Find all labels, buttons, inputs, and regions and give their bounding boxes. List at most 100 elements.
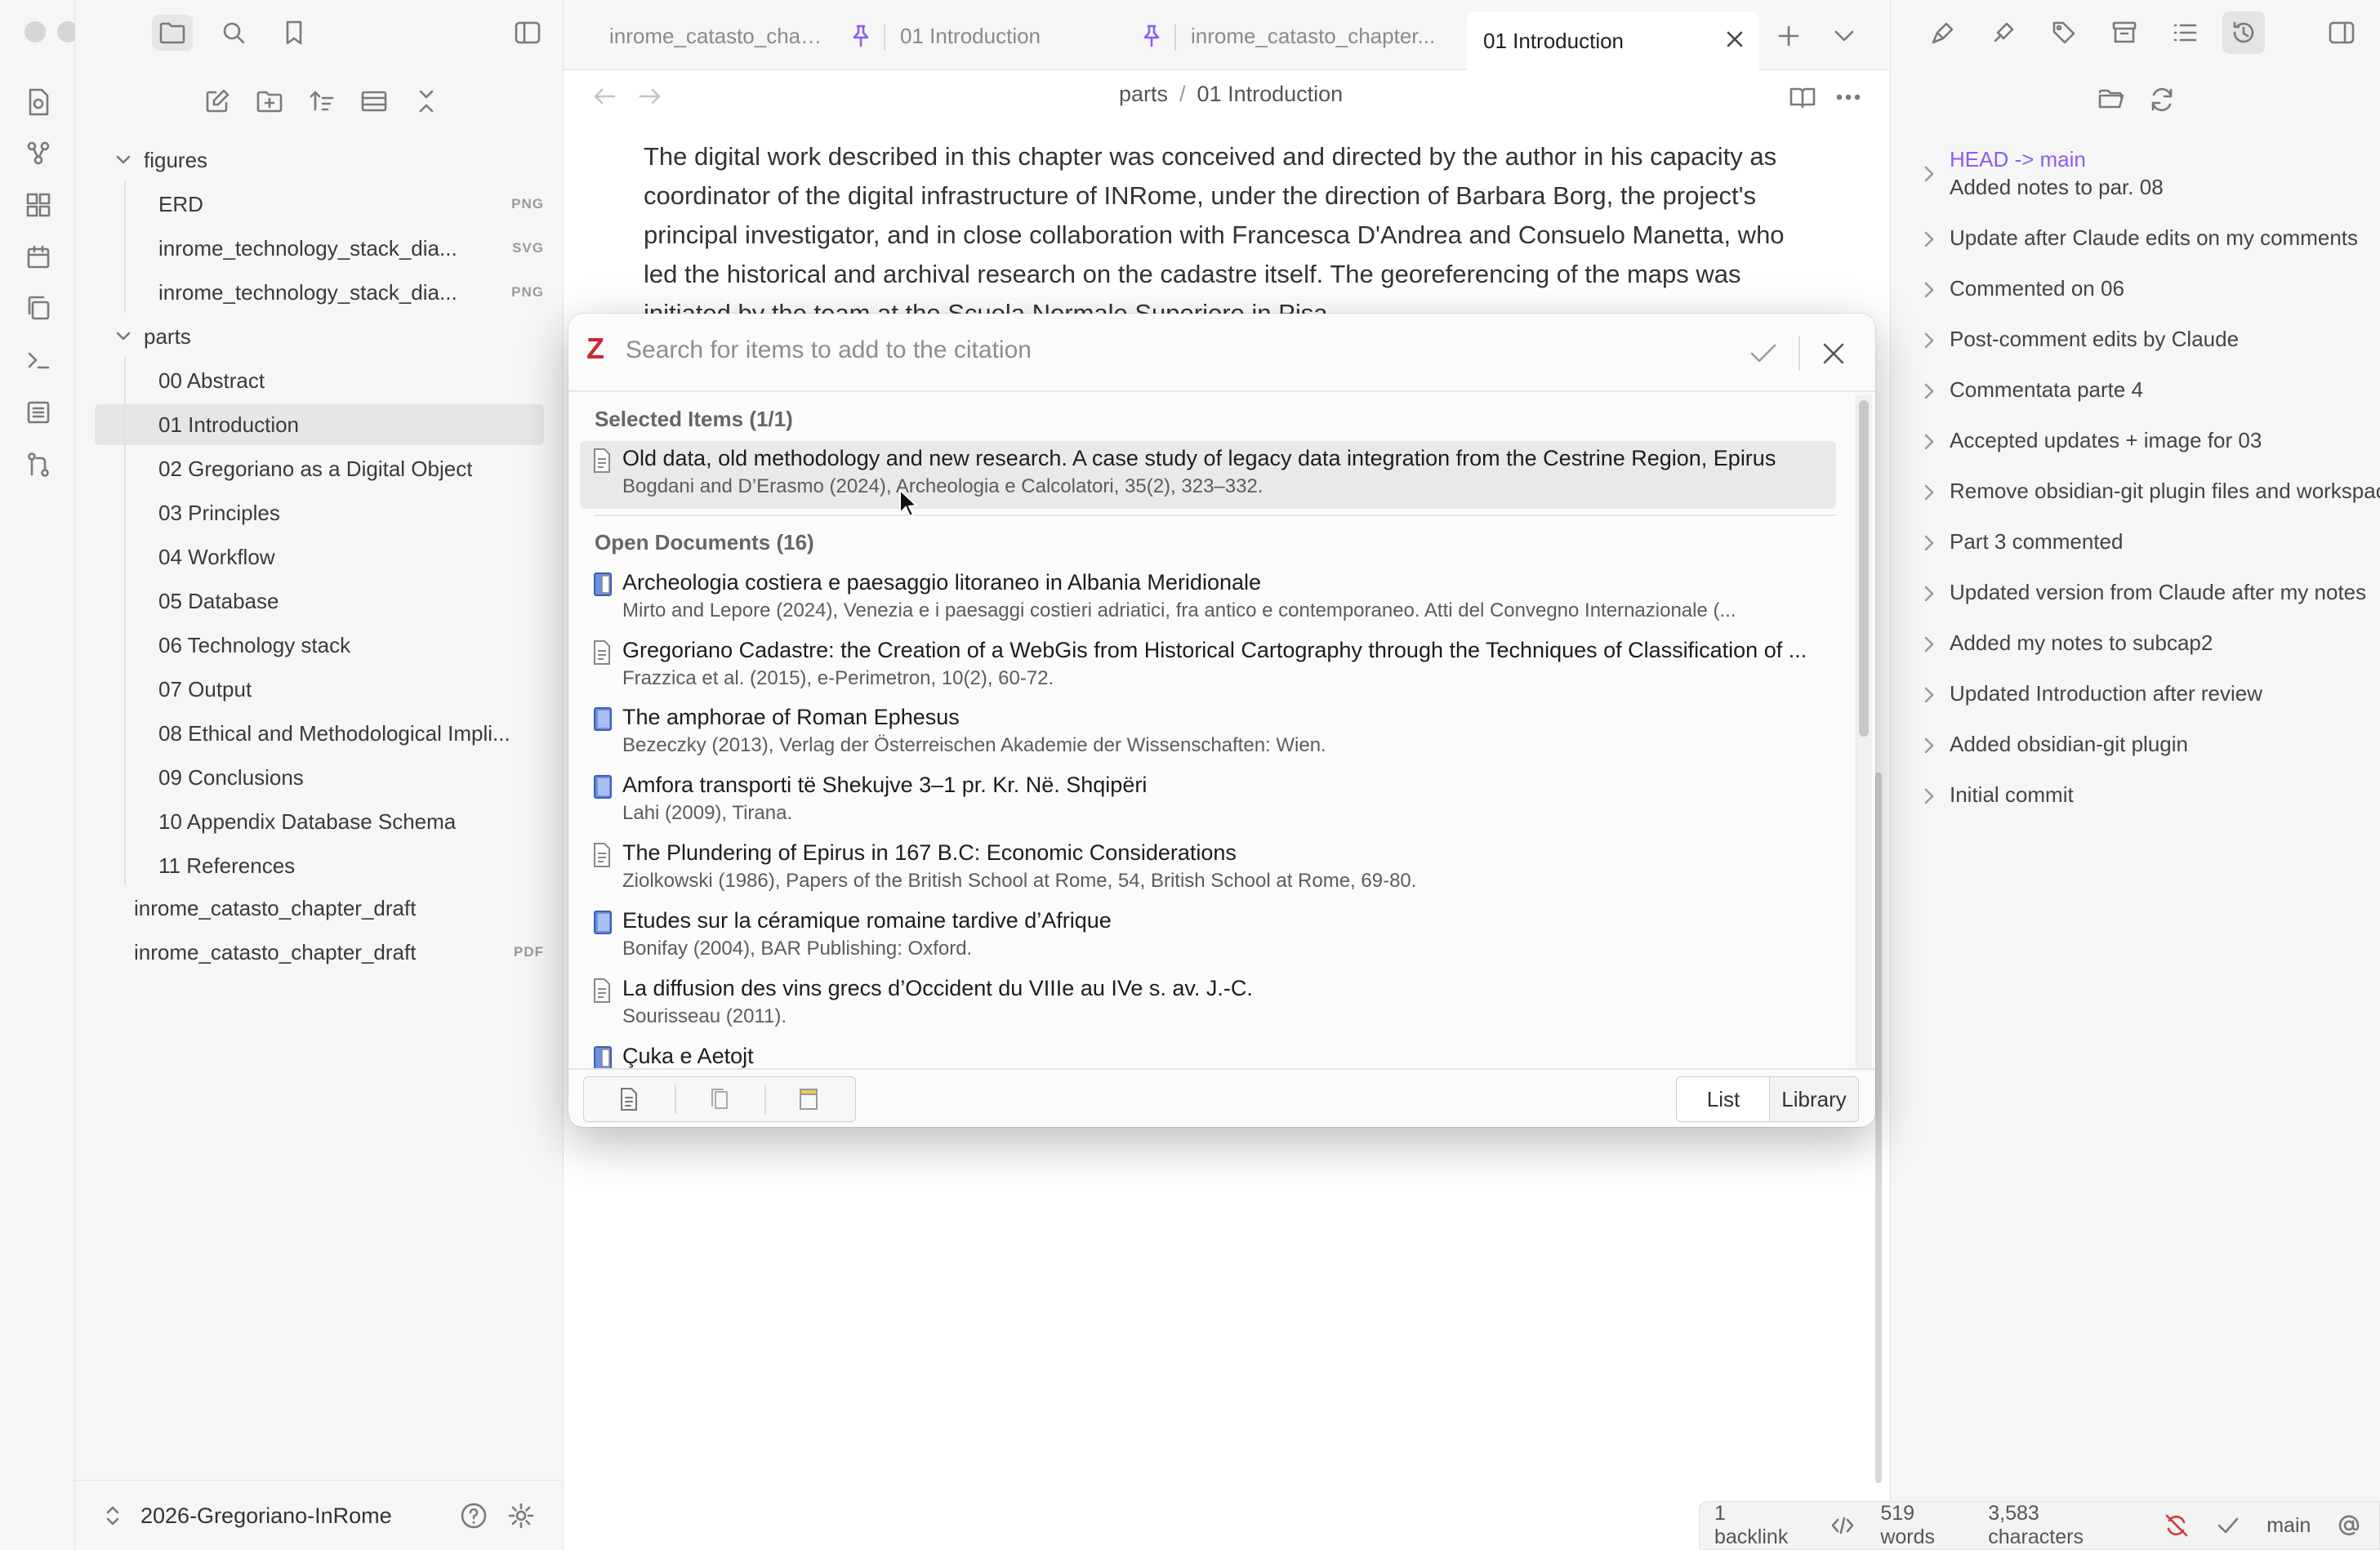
file-row[interactable]: 00 Abstract <box>95 360 544 401</box>
git-commit-item[interactable]: Updated version from Claude after my not… <box>1950 580 2366 605</box>
close-tab-icon[interactable] <box>1720 24 1749 54</box>
duplicate-docs-icon[interactable] <box>688 1081 753 1117</box>
outline-list-icon[interactable] <box>2167 15 2203 51</box>
file-row[interactable]: ERD PNG <box>95 184 544 225</box>
citation-result-item[interactable]: Amfora transporti të Shekujve 3–1 pr. Kr… <box>580 768 1836 835</box>
library-view-button[interactable]: Library <box>1769 1076 1859 1122</box>
chevron-right-icon[interactable] <box>1920 229 1938 250</box>
tags-icon[interactable] <box>2046 15 2082 51</box>
pin-icon[interactable] <box>1137 21 1166 51</box>
file-row[interactable]: inrome_catasto_chapter_draft PDF <box>95 932 544 973</box>
git-branch-name[interactable]: main <box>2266 1514 2311 1538</box>
sort-order-icon[interactable] <box>304 83 340 119</box>
forward-arrow-icon[interactable] <box>634 80 666 113</box>
chevron-right-icon[interactable] <box>1920 735 1938 756</box>
list-checks-icon[interactable] <box>21 395 56 430</box>
git-compare-icon[interactable] <box>21 448 56 482</box>
git-commit-item[interactable]: Added my notes to subcap2 <box>1950 630 2213 656</box>
folder-chevron-down-icon[interactable] <box>113 149 134 171</box>
new-note-icon[interactable] <box>199 83 235 119</box>
tab-introduction-active[interactable]: 01 Introduction <box>1467 11 1759 70</box>
citation-result-item[interactable]: La diffusion des vins grecs d’Occident d… <box>580 971 1836 1039</box>
chevron-right-icon[interactable] <box>1920 634 1938 655</box>
dialog-scrollbar-thumb[interactable] <box>1859 400 1869 737</box>
chevron-right-icon[interactable] <box>1920 583 1938 604</box>
citation-result-item[interactable]: Gregoriano Cadastre: the Creation of a W… <box>580 633 1836 701</box>
file-row[interactable]: 11 References <box>95 845 544 886</box>
file-row[interactable]: 05 Database <box>95 581 544 621</box>
citation-result-item[interactable]: The Plundering of Epirus in 167 B.C: Eco… <box>580 835 1836 903</box>
accept-checkmark-icon[interactable] <box>1745 335 1782 372</box>
chevron-right-icon[interactable] <box>1920 163 1938 185</box>
git-commit-item[interactable]: Part 3 commented <box>1950 529 2123 555</box>
chevron-right-icon[interactable] <box>1920 532 1938 554</box>
editor-scrollbar[interactable] <box>1875 773 1882 1483</box>
git-history-icon[interactable] <box>2222 11 2265 54</box>
file-row[interactable]: 10 Appendix Database Schema <box>95 801 544 842</box>
git-commit-item[interactable]: Update after Claude edits on my comments <box>1950 225 2358 251</box>
bookmarks-tab-icon[interactable] <box>276 15 312 51</box>
git-commit-item[interactable]: Updated Introduction after review <box>1950 681 2262 706</box>
chevron-right-icon[interactable] <box>1920 279 1938 301</box>
breadcrumb-file[interactable]: 01 Introduction <box>1197 82 1344 107</box>
sync-off-icon[interactable] <box>2163 1512 2191 1539</box>
close-dialog-icon[interactable] <box>1815 335 1852 372</box>
file-row[interactable]: 07 Output <box>95 669 544 710</box>
refresh-icon[interactable] <box>2144 82 2180 118</box>
archive-icon[interactable] <box>2106 15 2142 51</box>
toggle-right-sidebar-icon[interactable] <box>2324 15 2360 51</box>
graph-view-icon[interactable] <box>21 136 56 170</box>
chevron-right-icon[interactable] <box>1920 381 1938 402</box>
files-tab-icon[interactable] <box>152 15 193 51</box>
citation-search-input[interactable]: Search for items to add to the citation <box>626 336 1032 364</box>
git-commit-item[interactable]: Remove obsidian-git plugin files and wor… <box>1950 479 2380 504</box>
collapse-all-icon[interactable] <box>408 83 444 119</box>
folder-row[interactable]: figures <box>95 140 544 180</box>
git-commit-item[interactable]: Initial commit <box>1950 782 2074 808</box>
reading-view-icon[interactable] <box>1785 80 1820 114</box>
auto-reveal-icon[interactable] <box>356 83 392 119</box>
open-folder-icon[interactable] <box>2093 82 2129 118</box>
citation-result-item[interactable]: Etudes sur la céramique romaine tardive … <box>580 903 1836 971</box>
window-close-button[interactable] <box>25 21 46 42</box>
git-pull-icon[interactable] <box>1925 15 1961 51</box>
git-commit-item[interactable]: Added obsidian-git plugin <box>1950 732 2188 757</box>
pin-icon[interactable] <box>846 21 876 51</box>
open-quick-switcher-icon[interactable] <box>21 85 56 119</box>
chevron-right-icon[interactable] <box>1920 482 1938 503</box>
terminal-icon[interactable] <box>21 343 56 377</box>
at-sign-icon[interactable] <box>2335 1512 2363 1539</box>
selected-citation-item[interactable]: Old data, old methodology and new resear… <box>580 441 1836 509</box>
vault-name[interactable]: 2026-Gregoriano-InRome <box>140 1503 392 1529</box>
more-options-icon[interactable] <box>1831 80 1865 114</box>
source-mode-icon[interactable] <box>1829 1512 1856 1539</box>
settings-gear-icon[interactable] <box>505 1499 537 1532</box>
chevron-right-icon[interactable] <box>1920 786 1938 807</box>
git-commit-item[interactable]: Accepted updates + image for 03 <box>1950 428 2262 453</box>
citation-result-item[interactable]: The amphorae of Roman Ephesus Bezeczky (2… <box>580 700 1836 768</box>
file-row[interactable]: 02 Gregoriano as a Digital Object <box>95 448 544 489</box>
copy-templates-icon[interactable] <box>21 291 56 325</box>
vault-switcher-chevron-icon[interactable] <box>101 1501 124 1530</box>
collapse-sidebar-icon[interactable] <box>510 15 546 51</box>
file-row[interactable]: 04 Workflow <box>95 537 544 577</box>
tab-chapter-draft[interactable]: inrome_catasto_chapter... <box>1191 11 1452 60</box>
file-row[interactable]: 08 Ethical and Methodological Impli... <box>95 713 544 754</box>
new-folder-icon[interactable] <box>252 83 287 119</box>
notes-icon[interactable] <box>776 1081 841 1117</box>
tab-introduction-pinned[interactable]: 01 Introduction <box>900 11 1170 60</box>
breadcrumb-folder[interactable]: parts <box>1119 82 1168 107</box>
tab-list-chevron-icon[interactable] <box>1826 18 1862 54</box>
chevron-right-icon[interactable] <box>1920 684 1938 706</box>
git-commit-item[interactable]: Commented on 06 <box>1950 276 2124 301</box>
file-row[interactable]: inrome_catasto_chapter_draft <box>95 888 544 929</box>
file-row[interactable]: 06 Technology stack <box>95 625 544 666</box>
file-row[interactable]: inrome_technology_stack_dia... PNG <box>95 272 544 313</box>
new-tab-icon[interactable] <box>1771 18 1807 54</box>
git-push-icon[interactable] <box>1986 15 2021 51</box>
git-commit-item[interactable]: Added notes to par. 08 <box>1950 175 2164 200</box>
help-icon[interactable] <box>457 1499 490 1532</box>
folder-row[interactable]: parts <box>95 316 544 357</box>
document-type-icon[interactable] <box>596 1081 662 1117</box>
back-arrow-icon[interactable] <box>588 80 621 113</box>
